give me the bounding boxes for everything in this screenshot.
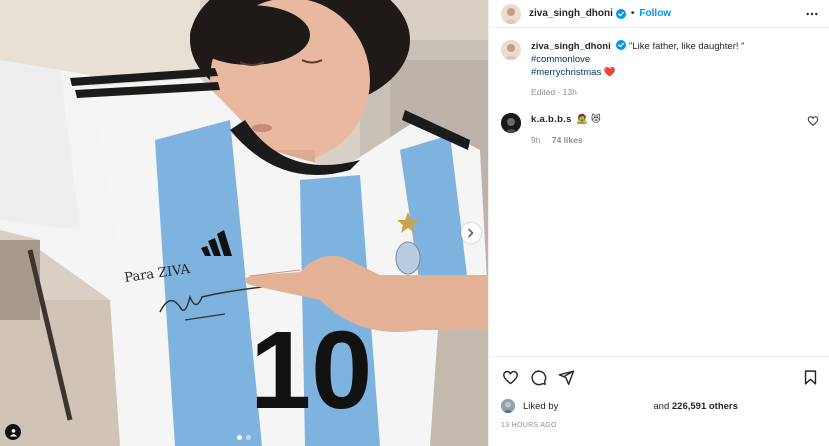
hashtag-merrychristmas[interactable]: #merrychristmas xyxy=(531,67,601,78)
comment-likes[interactable]: 74 likes xyxy=(552,135,583,145)
caption-meta: Edited · 13h xyxy=(531,87,577,97)
comment-text: 🧟 😻 xyxy=(576,114,601,125)
commenter-avatar[interactable] xyxy=(501,113,521,133)
author-username[interactable]: ziva_singh_dhoni xyxy=(529,8,613,19)
caption-text: ziva_singh_dhoni "Like father, like daug… xyxy=(531,40,801,79)
post-header: ziva_singh_dhoni • Follow xyxy=(489,0,829,28)
carousel-indicator xyxy=(0,435,488,440)
heart-icon xyxy=(502,370,518,384)
instagram-post-modal: 10 Para ZIVA ziva_singh_dhoni • Follow z… xyxy=(0,0,829,446)
chevron-right-icon xyxy=(468,228,474,238)
comment-icon xyxy=(530,369,546,385)
caption-quote: "Like father, like daughter! " xyxy=(629,41,745,52)
post-sidebar: ziva_singh_dhoni • Follow ziva_singh_dho… xyxy=(488,0,829,446)
liked-by-label: Liked by xyxy=(523,400,559,412)
post-timestamp[interactable]: 13 HOURS AGO xyxy=(501,422,819,429)
save-button[interactable] xyxy=(801,368,819,386)
heart-icon[interactable] xyxy=(807,115,819,127)
comment-meta: 9h 74 likes xyxy=(531,134,807,147)
likes-and-label: and xyxy=(653,400,670,412)
caption-body: ziva_singh_dhoni "Like father, like daug… xyxy=(531,40,801,99)
more-options-icon xyxy=(806,12,818,15)
header-separator: • xyxy=(630,8,635,19)
verified-badge-icon xyxy=(615,8,626,19)
author-avatar[interactable] xyxy=(501,3,521,24)
comment-item: k.a.b.b.s 🧟 😻 9h 74 likes xyxy=(501,113,819,147)
jersey-number: 10 xyxy=(250,309,372,432)
comment-body: k.a.b.b.s 🧟 😻 9h 74 likes xyxy=(531,113,807,147)
share-icon xyxy=(558,369,574,385)
liker-avatar[interactable] xyxy=(501,399,515,413)
carousel-dot-active xyxy=(237,435,242,440)
likes-summary[interactable]: and 226,591 others xyxy=(653,401,738,412)
commenter-username[interactable]: k.a.b.b.s xyxy=(531,114,572,125)
share-button[interactable] xyxy=(557,368,575,386)
carousel-next-button[interactable] xyxy=(461,223,481,243)
likes-others-label: others xyxy=(708,400,738,412)
caption: ziva_singh_dhoni "Like father, like daug… xyxy=(501,40,819,99)
verified-badge-icon xyxy=(616,40,627,50)
comments-section: ziva_singh_dhoni "Like father, like daug… xyxy=(489,28,829,356)
follow-button[interactable]: Follow xyxy=(639,8,671,19)
likes-count: 226,591 xyxy=(671,400,707,412)
carousel-dot xyxy=(246,435,251,440)
comment-button[interactable] xyxy=(529,368,547,386)
liked-by: Liked by and 226,591 others xyxy=(501,399,819,413)
hashtag-commonlove[interactable]: #commonlove xyxy=(531,54,590,65)
action-icons xyxy=(501,365,819,389)
caption-avatar[interactable] xyxy=(501,40,521,60)
comment-time: 9h xyxy=(531,135,541,145)
bookmark-icon xyxy=(804,369,816,385)
post-actions: Liked by and 226,591 others 13 HOURS AGO xyxy=(489,356,829,446)
more-options-button[interactable] xyxy=(805,9,819,19)
post-media[interactable]: 10 Para ZIVA xyxy=(0,0,488,446)
heart-emoji: ❤️ xyxy=(603,67,616,78)
like-button[interactable] xyxy=(501,368,519,386)
post-photo: 10 Para ZIVA xyxy=(0,0,488,446)
caption-username[interactable]: ziva_singh_dhoni xyxy=(531,41,611,52)
